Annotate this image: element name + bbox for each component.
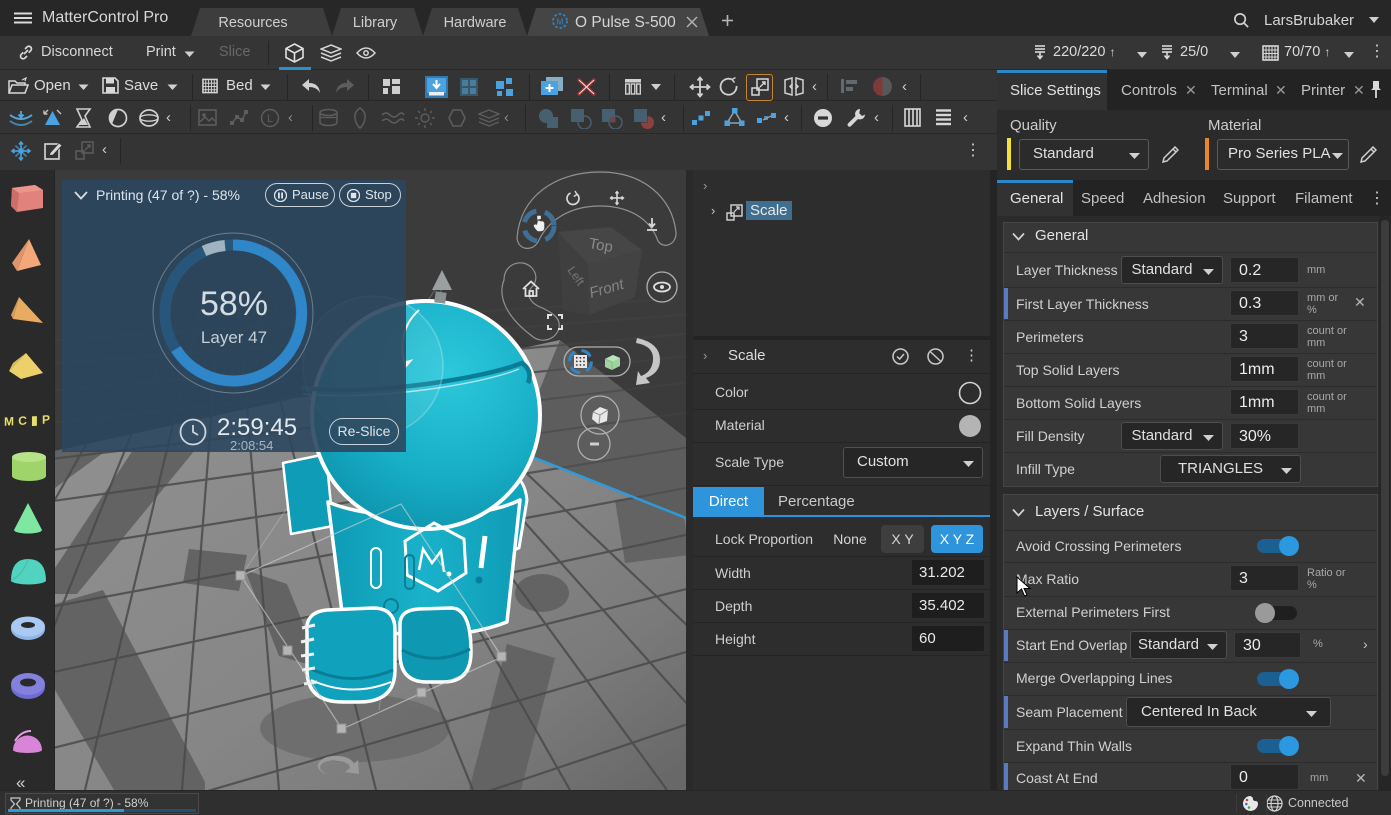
svg-text:L: L (267, 113, 273, 125)
svg-text:Resources: Resources (218, 15, 287, 31)
svg-text:M: M (557, 18, 564, 27)
svg-text:Hardware: Hardware (444, 15, 507, 31)
svg-text:«: « (16, 773, 25, 790)
svg-text:Library: Library (353, 15, 398, 31)
svg-text:O Pulse S-500: O Pulse S-500 (575, 14, 676, 31)
svg-text:MC▮P: MC▮P (4, 412, 50, 428)
